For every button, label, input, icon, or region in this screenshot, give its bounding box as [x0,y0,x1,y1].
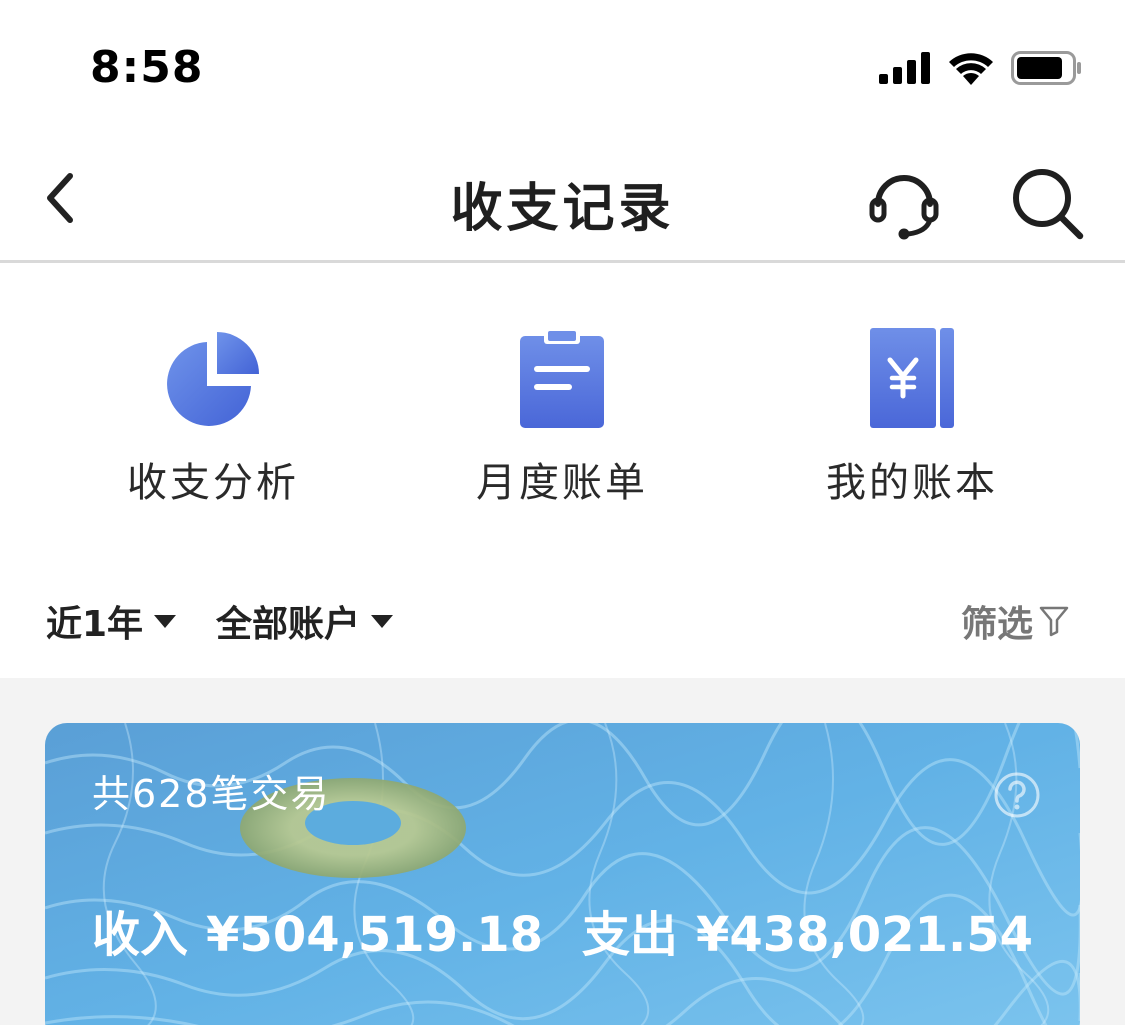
customer-service-button[interactable] [866,166,942,242]
screen-filter-button[interactable]: 筛选 [961,595,1069,647]
expense-label: 支出 [581,907,678,963]
wifi-icon [949,53,993,85]
income-label: 收入 [92,907,189,963]
page-title: 收支记录 [450,179,675,239]
dropdown-triangle-icon [371,615,394,628]
account-filter-label: 全部账户 [216,604,361,645]
filter-row: 近1年 全部账户 筛选 [0,575,1125,675]
screen-filter-label: 筛选 [960,604,1033,645]
nav-bar: 收支记录 [0,130,1125,263]
my-ledger-entry[interactable]: 我的账本 [782,328,1042,508]
screen: 8:58 收支记录 收支分析 月度账单 我的账本 近1年 全部账户 筛选 共62… [0,0,1125,1025]
customer-service-headset-icon [869,175,939,240]
pie-chart-icon [163,328,263,428]
period-filter[interactable]: 近1年 [46,595,177,647]
yuan-ledger-book-icon [862,328,962,428]
clipboard-bill-icon [512,328,612,428]
battery-icon [1011,51,1081,85]
quick-actions: 收支分析 月度账单 我的账本 [0,266,1125,536]
analysis-label: 收支分析 [127,460,299,506]
dropdown-triangle-icon [154,615,177,628]
status-time: 8:58 [90,42,204,93]
summary-card[interactable]: 共628笔交易 收入 ¥504,519.18 支出 ¥438,021.54 [45,723,1080,1025]
status-bar: 8:58 [0,0,1125,130]
income-summary: 收入 ¥504,519.18 [92,895,543,965]
filter-funnel-icon [1039,606,1069,637]
monthly-bill-entry[interactable]: 月度账单 [432,328,692,508]
account-filter[interactable]: 全部账户 [216,595,394,647]
analysis-entry[interactable]: 收支分析 [83,328,343,508]
cellular-signal-icon [879,52,930,84]
expense-summary: 支出 ¥438,021.54 [582,895,1033,965]
transaction-count: 共628笔交易 [92,772,331,816]
status-icons [879,48,1083,88]
period-filter-label: 近1年 [46,604,144,645]
expense-value: ¥438,021.54 [695,907,1033,963]
search-icon [1013,169,1084,240]
my-ledger-label: 我的账本 [826,460,998,506]
help-button[interactable] [993,771,1041,819]
income-value: ¥504,519.18 [206,907,544,963]
monthly-bill-label: 月度账单 [476,460,648,506]
question-circle-icon [994,772,1040,818]
search-button[interactable] [1010,166,1086,242]
